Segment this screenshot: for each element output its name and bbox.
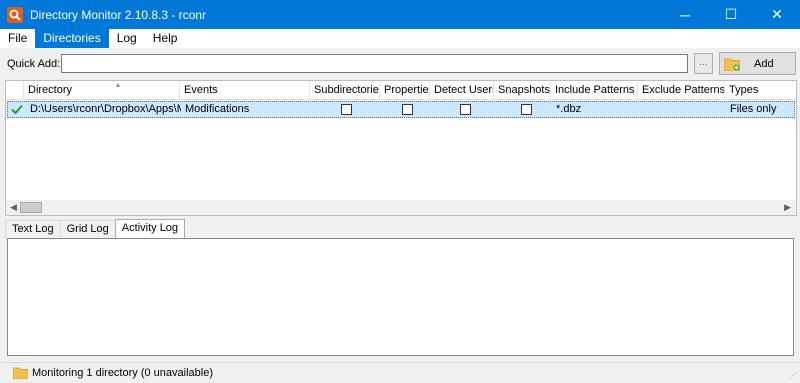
grid-header: Directory ▴ Events Subdirectories Proper… [6,81,796,100]
folder-add-icon [723,57,741,71]
properties-checkbox[interactable] [402,104,413,115]
scroll-right-arrow-icon[interactable]: ▶ [784,202,791,213]
scroll-left-arrow-icon[interactable]: ◀ [10,202,17,213]
menu-help[interactable]: Help [145,29,186,48]
menu-log[interactable]: Log [109,29,145,48]
browse-button[interactable]: ... [694,53,713,74]
snapshots-checkbox[interactable] [521,104,532,115]
resize-grip-icon[interactable]: ⋰ [789,371,797,380]
column-header-detect-users[interactable]: Detect Users [430,81,494,100]
minimize-button[interactable]: ─ [662,0,708,29]
status-bar: Monitoring 1 directory (0 unavailable) ⋰ [0,362,800,383]
column-header-snapshots[interactable]: Snapshots [494,81,551,100]
tab-activity-log[interactable]: Activity Log [114,219,186,238]
maximize-button[interactable]: ☐ [708,0,754,29]
menu-bar: File Directories Log Help [0,29,800,48]
menu-directories[interactable]: Directories [35,29,109,48]
cell-directory: D:\Users\rconr\Dropbox\Apps\My... [30,103,181,115]
horizontal-scrollbar[interactable]: ◀ ▶ [6,200,796,215]
cell-events: Modifications [185,103,250,115]
directory-grid: Directory ▴ Events Subdirectories Proper… [5,80,797,216]
cell-exclude-patterns [639,102,725,117]
cell-types: Files only [730,103,777,115]
quick-add-input[interactable] [61,54,688,73]
table-row[interactable]: D:\Users\rconr\Dropbox\Apps\My... Modifi… [7,101,795,118]
scrollbar-thumb[interactable] [20,202,42,213]
folder-icon [12,367,29,380]
log-tabs: Text Log Grid Log Activity Log [5,219,186,238]
title-bar: Directory Monitor 2.10.8.3 - rconr ─ ☐ ✕ [0,0,800,29]
detect-users-checkbox[interactable] [460,104,471,115]
app-magnifier-icon [7,6,23,23]
column-header-subdirectories[interactable]: Subdirectories [310,81,380,100]
status-column-header[interactable] [6,81,24,100]
check-icon [10,102,26,117]
window-title: Directory Monitor 2.10.8.3 - rconr [30,7,207,22]
quick-add-bar: Quick Add: ... Add [0,49,800,78]
column-header-events[interactable]: Events [180,81,310,100]
add-button[interactable]: Add [719,52,796,75]
tab-text-log[interactable]: Text Log [5,220,61,238]
menu-file[interactable]: File [0,29,35,48]
sort-ascending-icon: ▴ [116,81,121,89]
close-button[interactable]: ✕ [754,0,800,29]
add-button-label: Add [754,57,774,70]
column-header-types[interactable]: Types [725,81,796,100]
tab-grid-log[interactable]: Grid Log [59,220,116,238]
cell-include-patterns: *.dbz [556,103,582,115]
quick-add-label: Quick Add: [7,58,61,70]
column-header-label: Directory [28,84,73,96]
activity-log-panel[interactable] [7,238,794,356]
column-header-exclude-patterns[interactable]: Exclude Patterns [638,81,725,100]
subdirectories-checkbox[interactable] [341,104,352,115]
column-header-directory[interactable]: Directory ▴ [24,81,180,100]
column-header-include-patterns[interactable]: Include Patterns [551,81,638,100]
column-header-properties[interactable]: Properties [380,81,430,100]
status-text: Monitoring 1 directory (0 unavailable) [32,367,213,379]
